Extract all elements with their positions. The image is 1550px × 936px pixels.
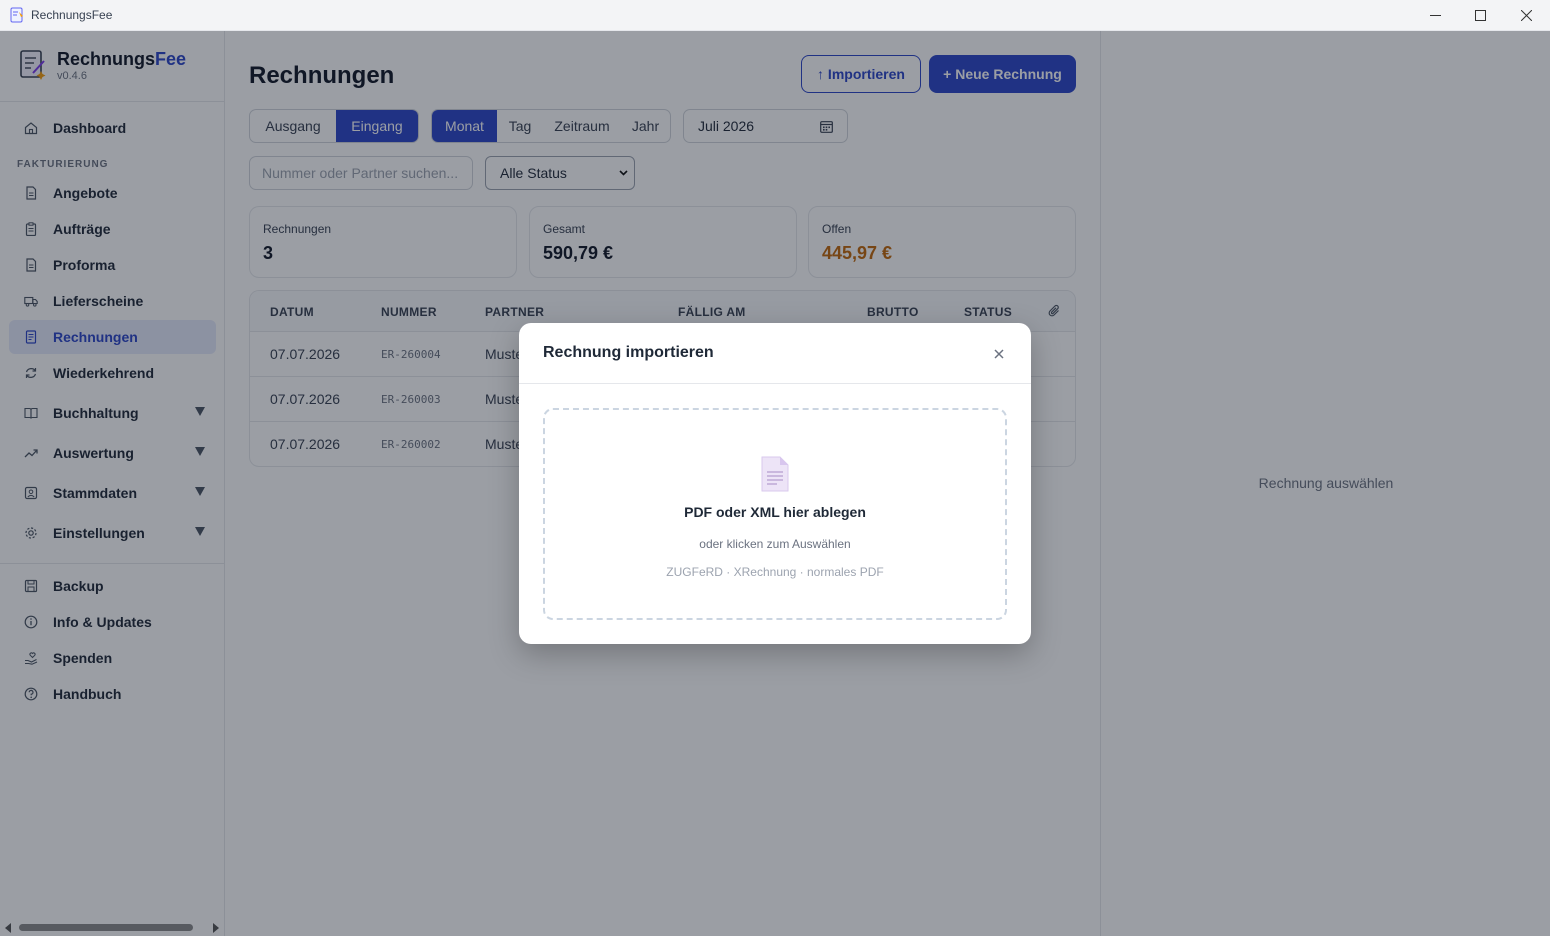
close-window-button[interactable]: [1503, 0, 1549, 31]
document-icon: [761, 456, 789, 492]
drop-zone-subtitle: oder klicken zum Auswählen: [699, 537, 851, 551]
minimize-button[interactable]: [1412, 0, 1458, 31]
window-title: RechnungsFee: [31, 8, 113, 22]
drop-zone-formats: ZUGFeRD · XRechnung · normales PDF: [666, 565, 884, 579]
minimize-icon: [1429, 15, 1441, 16]
maximize-icon: [1474, 10, 1486, 21]
close-icon: [1520, 10, 1532, 21]
maximize-button[interactable]: [1457, 0, 1503, 31]
dialog-close-button[interactable]: [991, 346, 1007, 362]
close-icon: [994, 349, 1004, 359]
import-dialog: Rechnung importieren PDF oder XML hier a…: [519, 323, 1031, 644]
file-drop-zone[interactable]: PDF oder XML hier ablegen oder klicken z…: [543, 408, 1007, 620]
drop-zone-title: PDF oder XML hier ablegen: [684, 504, 866, 520]
divider: [519, 383, 1031, 384]
dialog-title: Rechnung importieren: [543, 344, 714, 361]
app-icon: [10, 7, 23, 23]
title-bar: RechnungsFee: [0, 0, 1550, 31]
